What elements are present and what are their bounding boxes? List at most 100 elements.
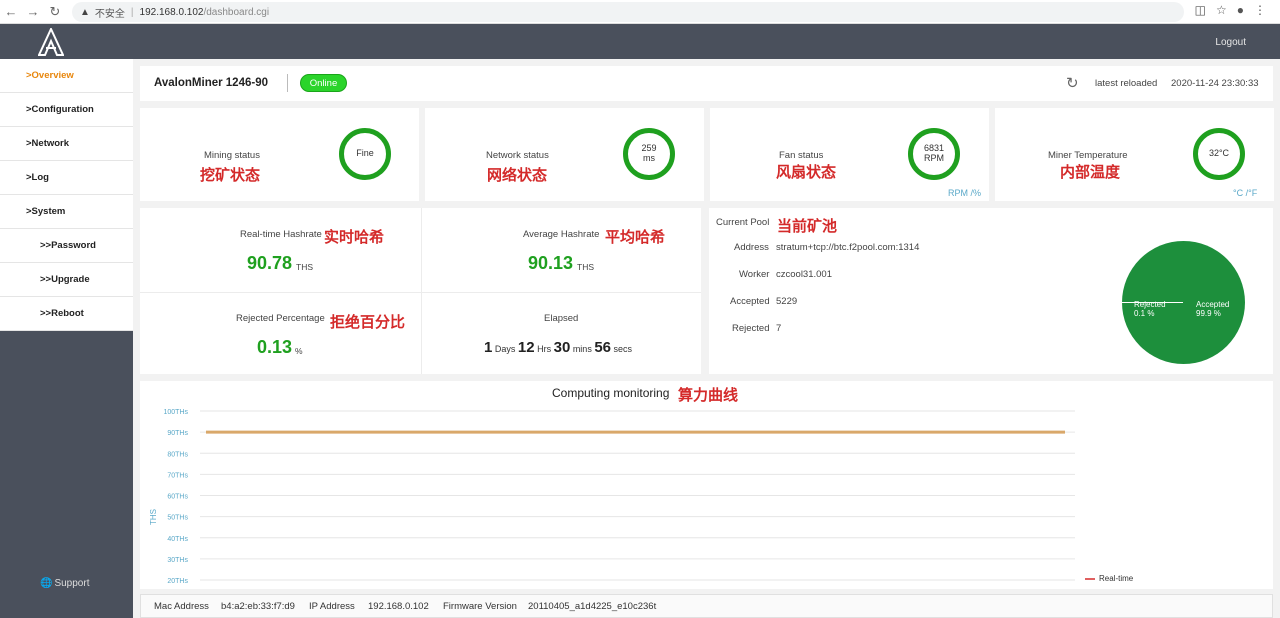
forward-icon[interactable]: → <box>22 0 44 24</box>
url-path: /dashboard.cgi <box>203 6 270 18</box>
hashrate-divider-vertical <box>421 208 422 374</box>
star-icon[interactable]: ☆ <box>1216 3 1227 17</box>
account-icon[interactable]: ● <box>1237 3 1244 17</box>
temperature-value: 32°C <box>1208 148 1230 159</box>
pool-worker-value: czcool31.001 <box>776 269 832 280</box>
elapsed-days-unit: Days <box>494 344 516 354</box>
logout-link[interactable]: Logout <box>1215 37 1246 48</box>
support-label: Support <box>54 578 90 589</box>
realtime-hashrate-value: 90.78 <box>247 253 293 273</box>
url-host: 192.168.0.102 <box>139 6 204 18</box>
legend-swatch <box>1085 577 1095 580</box>
refresh-icon[interactable]: ↻ <box>1066 74 1079 92</box>
ip-value: 192.168.0.102 <box>368 601 429 612</box>
computing-monitoring-panel: Computing monitoring 算力曲线 100THs 90THs 80T… <box>140 381 1273 589</box>
mac-label: Mac Address <box>154 601 209 612</box>
rejected-percentage-value: 0.13 <box>257 337 293 357</box>
y-tick-label: 80THs <box>167 451 188 458</box>
pie-accepted-name: Accepted <box>1196 300 1230 309</box>
sidebar-item-password[interactable]: >>Password <box>0 229 133 263</box>
pie-accepted-label: Accepted 99.9 % <box>1196 300 1229 318</box>
browser-actions: ◫ ☆ ● ⋮ <box>1195 3 1266 17</box>
elapsed-value: 1 Days 12 Hrs 30 mins 56 secs <box>484 339 632 356</box>
temperature-unit-toggle[interactable]: °C /°F <box>1233 188 1257 198</box>
temperature-ring: 32°C <box>1193 128 1245 180</box>
fan-unit-toggle[interactable]: RPM /% <box>948 188 981 198</box>
sidebar-item-system[interactable]: >System <box>0 195 133 229</box>
y-tick-label: 70THs <box>167 472 188 479</box>
firmware-label: Firmware Version <box>443 601 517 612</box>
temperature-label: Miner Temperature <box>1048 150 1128 161</box>
average-hashrate-cn: 平均哈希 <box>605 228 666 246</box>
device-title-bar: AvalonMiner 1246-90 Online ↻ latest relo… <box>140 66 1273 101</box>
pie-rejected-pct: 0.1 % <box>1134 309 1155 319</box>
network-status-cn: 网络状态 <box>487 166 548 184</box>
hashrate-divider-horizontal <box>140 292 701 293</box>
sidebar-item-configuration[interactable]: >Configuration <box>0 93 133 127</box>
elapsed-mins: 30 <box>553 339 571 356</box>
hashrate-panel: Real-time Hashrate 实时哈希 90.78 THS Averag… <box>140 208 701 374</box>
elapsed-mins-unit: mins <box>572 344 592 354</box>
reload-page-icon[interactable]: ↻ <box>44 0 66 24</box>
chart-legend: Real-time <box>1085 574 1133 583</box>
mining-status-label: Mining status <box>204 150 260 161</box>
pie-rejected-name: Rejected <box>1134 300 1166 309</box>
y-tick-label: 40THs <box>167 536 188 543</box>
elapsed-secs: 56 <box>594 339 612 356</box>
temperature-card: Miner Temperature 内部温度 32°C °C /°F <box>995 108 1274 201</box>
ip-label: IP Address <box>309 601 355 612</box>
elapsed-hrs-unit: Hrs <box>537 344 552 354</box>
y-tick-label: 20THs <box>167 578 188 585</box>
mac-value: b4:a2:eb:33:f7:d9 <box>221 601 295 612</box>
page-title: AvalonMiner 1246-90 <box>154 77 268 89</box>
sidebar-menu: >Overview >Configuration >Network >Log >… <box>0 59 133 331</box>
sidebar: >Overview >Configuration >Network >Log >… <box>0 59 133 618</box>
elapsed-days: 1 <box>484 339 493 356</box>
rejected-percentage-label: Rejected Percentage <box>236 313 325 324</box>
fan-status-label: Fan status <box>779 150 824 161</box>
fan-status-card: Fan status 风扇状态 6831 RPM RPM /% <box>710 108 989 201</box>
back-icon[interactable]: ← <box>0 0 22 24</box>
mining-status-ring: Fine <box>339 128 391 180</box>
menu-icon[interactable]: ⋮ <box>1254 3 1266 17</box>
pool-worker-label: Worker <box>739 269 770 280</box>
pool-accepted-value: 5229 <box>776 296 798 307</box>
security-label: 不安全 <box>94 8 125 20</box>
realtime-hashrate-cn: 实时哈希 <box>324 228 385 246</box>
pool-address-label: Address <box>734 242 769 253</box>
support-link[interactable]: 🌐 Support <box>40 578 89 589</box>
device-info-footer: Mac Address b4:a2:eb:33:f7:d9 IP Address… <box>140 594 1273 618</box>
y-tick-label: 60THs <box>167 494 188 501</box>
realtime-hashrate-unit: THS <box>296 262 313 272</box>
rejected-percentage-unit: % <box>295 346 303 356</box>
y-axis-label: THS <box>149 509 158 525</box>
y-tick-label: 30THs <box>167 557 188 564</box>
network-status-label: Network status <box>486 150 549 161</box>
pool-accepted-label: Accepted <box>730 296 770 307</box>
pie-accepted-pct: 99.9 % <box>1196 309 1221 319</box>
pie-rejected-label: Rejected 0.1 % <box>1134 300 1166 318</box>
address-bar[interactable]: ▲ 不安全 | 192.168.0.102/dashboard.cgi <box>72 2 1184 22</box>
url-separator: | <box>130 6 134 18</box>
average-hashrate-value: 90.13 <box>528 253 574 273</box>
sidebar-item-network[interactable]: >Network <box>0 127 133 161</box>
realtime-hashrate-label: Real-time Hashrate <box>240 229 322 240</box>
mining-status-value: Fine <box>356 148 374 159</box>
pool-rejected-value: 7 <box>776 323 782 334</box>
translate-icon[interactable]: ◫ <box>1195 3 1206 17</box>
reload-timestamp: 2020-11-24 23:30:33 <box>1171 78 1259 89</box>
network-status-ring: 259 ms <box>623 128 675 180</box>
sidebar-item-upgrade[interactable]: >>Upgrade <box>0 263 133 297</box>
current-pool-cn: 当前矿池 <box>777 217 838 235</box>
sidebar-item-overview[interactable]: >Overview <box>0 59 133 93</box>
fan-status-cn: 风扇状态 <box>776 163 837 181</box>
elapsed-hrs: 12 <box>517 339 535 356</box>
fan-rpm-unit: RPM <box>924 153 944 163</box>
sidebar-item-reboot[interactable]: >>Reboot <box>0 297 133 331</box>
legend-label: Real-time <box>1099 574 1134 583</box>
rejected-percentage-cn: 拒绝百分比 <box>330 313 406 331</box>
reload-label: latest reloaded <box>1095 78 1158 89</box>
sidebar-item-log[interactable]: >Log <box>0 161 133 195</box>
mining-status-cn: 挖矿状态 <box>200 166 261 184</box>
fan-status-ring: 6831 RPM <box>908 128 960 180</box>
